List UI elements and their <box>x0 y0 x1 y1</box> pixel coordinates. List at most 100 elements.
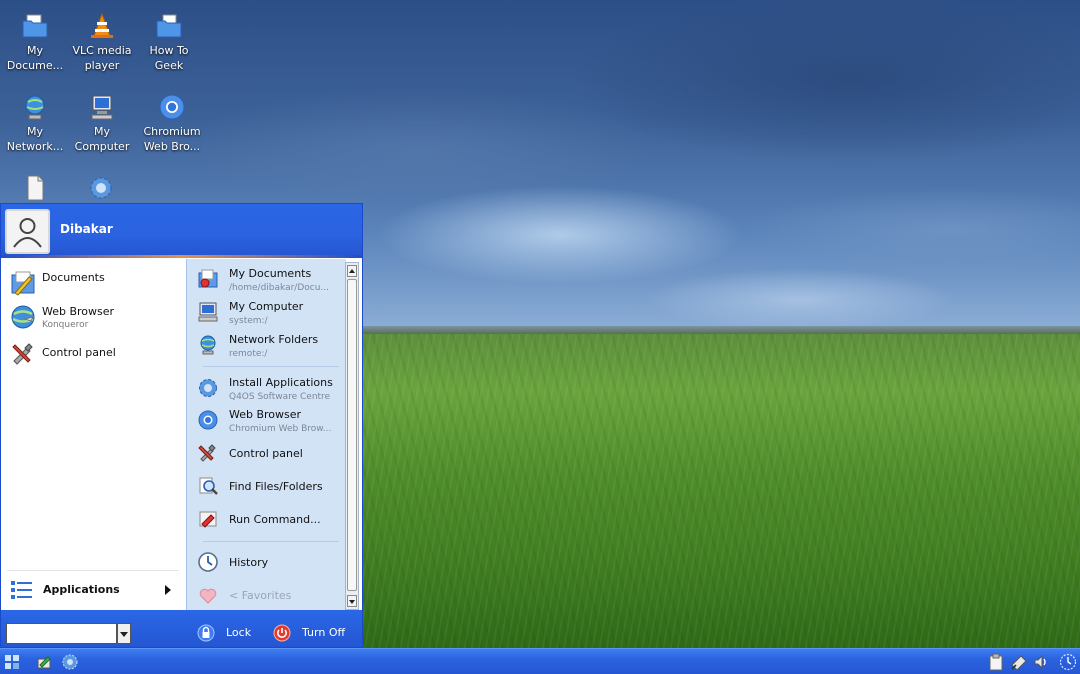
favorites-heart-icon <box>199 588 217 604</box>
left-item-subtitle: Konqueror <box>42 320 89 330</box>
user-name: Dibakar <box>60 222 113 236</box>
desktop-icon-document[interactable] <box>0 174 70 205</box>
install-icon <box>199 379 217 397</box>
software-centre-icon[interactable] <box>61 653 79 671</box>
computer-icon <box>198 302 218 322</box>
run-command-input[interactable] <box>6 623 117 644</box>
applications-separator <box>7 570 179 571</box>
right-pane-separator <box>203 366 339 367</box>
desktop-icon-label: Chromium Web Bro... <box>143 125 201 153</box>
computer-icon <box>91 95 113 120</box>
desktop-icon-my-computer[interactable]: My Computer <box>67 93 137 154</box>
right-item-my-documents[interactable]: My Documents /home/dibakar/Docu... <box>195 263 345 296</box>
left-item-title: Control panel <box>42 346 116 359</box>
desktop-icon-chromium[interactable]: Chromium Web Bro... <box>137 93 207 154</box>
right-item-subtitle: /home/dibakar/Docu... <box>229 283 329 293</box>
documents-icon <box>11 271 35 296</box>
chromium-icon <box>159 94 185 120</box>
folder-documents-icon <box>22 14 48 38</box>
start-menu-right-pane: My Documents /home/dibakar/Docu... My Co… <box>186 259 346 610</box>
right-item-title: Control panel <box>229 447 303 460</box>
clock-icon[interactable] <box>1059 653 1077 671</box>
desktop-icon-label: How To Geek <box>149 44 189 72</box>
folder-icon <box>156 14 182 38</box>
right-pane-separator <box>203 541 339 542</box>
right-pane-scrollbar[interactable] <box>345 262 359 610</box>
scroll-down-button[interactable] <box>347 595 357 607</box>
applications-button[interactable]: Applications <box>7 575 179 605</box>
start-menu: Dibakar Documents Web Browser Konqueror <box>0 203 363 648</box>
my-documents-icon <box>198 269 218 288</box>
desktop-icon-label: VLC media player <box>72 44 132 72</box>
lock-button[interactable]: Lock <box>197 622 257 644</box>
right-item-control-panel[interactable]: Control panel <box>195 437 345 470</box>
left-item-documents[interactable]: Documents <box>7 266 182 302</box>
right-item-web-browser[interactable]: Web Browser Chromium Web Brow... <box>195 404 345 437</box>
right-item-find-files[interactable]: Find Files/Folders <box>195 470 345 503</box>
network-tray-icon[interactable] <box>1010 653 1028 671</box>
desktop-icon-label: My Computer <box>74 125 130 153</box>
user-silhouette-icon <box>13 218 42 248</box>
left-item-web-browser[interactable]: Web Browser Konqueror <box>7 300 182 336</box>
tools-icon <box>198 444 216 462</box>
right-item-title: Web Browser <box>229 408 302 421</box>
right-item-subtitle: remote:/ <box>229 349 268 359</box>
lock-icon <box>197 624 215 642</box>
desktop-icon-my-network[interactable]: My Network... <box>0 93 70 154</box>
tools-icon <box>12 343 33 365</box>
chevron-right-icon <box>165 585 171 595</box>
applications-label: Applications <box>43 583 120 596</box>
scroll-up-button[interactable] <box>347 265 357 277</box>
turn-off-label: Turn Off <box>302 626 346 639</box>
history-clock-icon <box>198 552 218 572</box>
right-item-install-applications[interactable]: Install Applications Q4OS Software Centr… <box>195 372 345 405</box>
vlc-cone-icon <box>91 12 113 38</box>
chromium-icon <box>198 410 218 430</box>
start-menu-left-pane: Documents Web Browser Konqueror Control … <box>1 259 186 610</box>
right-item-title: Network Folders <box>229 333 319 346</box>
right-item-title: Run Command... <box>229 513 321 526</box>
lock-label: Lock <box>226 626 252 639</box>
right-item-title: My Documents <box>229 267 312 280</box>
desktop-icon-label: My Docume... <box>6 44 64 72</box>
right-item-network-folders[interactable]: Network Folders remote:/ <box>195 329 345 362</box>
desktop-icon-software-centre[interactable] <box>66 174 136 205</box>
right-item-subtitle: Q4OS Software Centre <box>229 392 331 402</box>
right-item-favorites[interactable]: < Favorites <box>195 579 345 610</box>
software-centre-icon <box>90 177 112 199</box>
right-item-history[interactable]: History <box>195 546 345 579</box>
desktop-icon-my-documents[interactable]: My Docume... <box>0 12 70 73</box>
right-item-subtitle: system:/ <box>229 316 268 326</box>
applications-list-icon <box>11 581 32 599</box>
left-item-title: Documents <box>42 271 105 284</box>
turn-off-button[interactable]: Turn Off <box>273 622 353 644</box>
network-settings-icon[interactable] <box>36 653 54 671</box>
right-item-title: Find Files/Folders <box>229 480 323 493</box>
desktop-icon-how-to-geek[interactable]: How To Geek <box>134 12 204 73</box>
scroll-thumb[interactable] <box>347 279 357 591</box>
right-item-title: History <box>229 556 269 569</box>
clipboard-icon[interactable] <box>987 653 1005 671</box>
right-item-title: My Computer <box>229 300 304 313</box>
power-icon <box>273 624 291 642</box>
header-accent-line <box>1 255 362 258</box>
run-history-dropdown[interactable] <box>117 623 131 644</box>
right-item-run-command[interactable]: Run Command... <box>195 503 345 536</box>
run-icon <box>199 511 217 528</box>
network-globe-icon <box>25 95 45 120</box>
start-icon[interactable] <box>3 653 21 671</box>
volume-icon[interactable] <box>1032 653 1050 671</box>
left-item-title: Web Browser <box>42 305 115 318</box>
desktop-icon-vlc[interactable]: VLC media player <box>67 12 137 73</box>
network-icon <box>200 335 216 355</box>
avatar[interactable] <box>5 209 50 254</box>
document-file-icon <box>27 175 44 201</box>
right-item-subtitle: Chromium Web Brow... <box>229 424 332 434</box>
find-icon <box>199 477 218 495</box>
right-item-my-computer[interactable]: My Computer system:/ <box>195 296 345 329</box>
right-item-title: Install Applications <box>229 376 333 389</box>
desktop-icon-label: My Network... <box>6 125 64 153</box>
start-menu-footer: Lock Turn Off <box>1 610 362 647</box>
left-item-control-panel[interactable]: Control panel <box>7 336 182 372</box>
taskbar <box>0 648 1080 674</box>
